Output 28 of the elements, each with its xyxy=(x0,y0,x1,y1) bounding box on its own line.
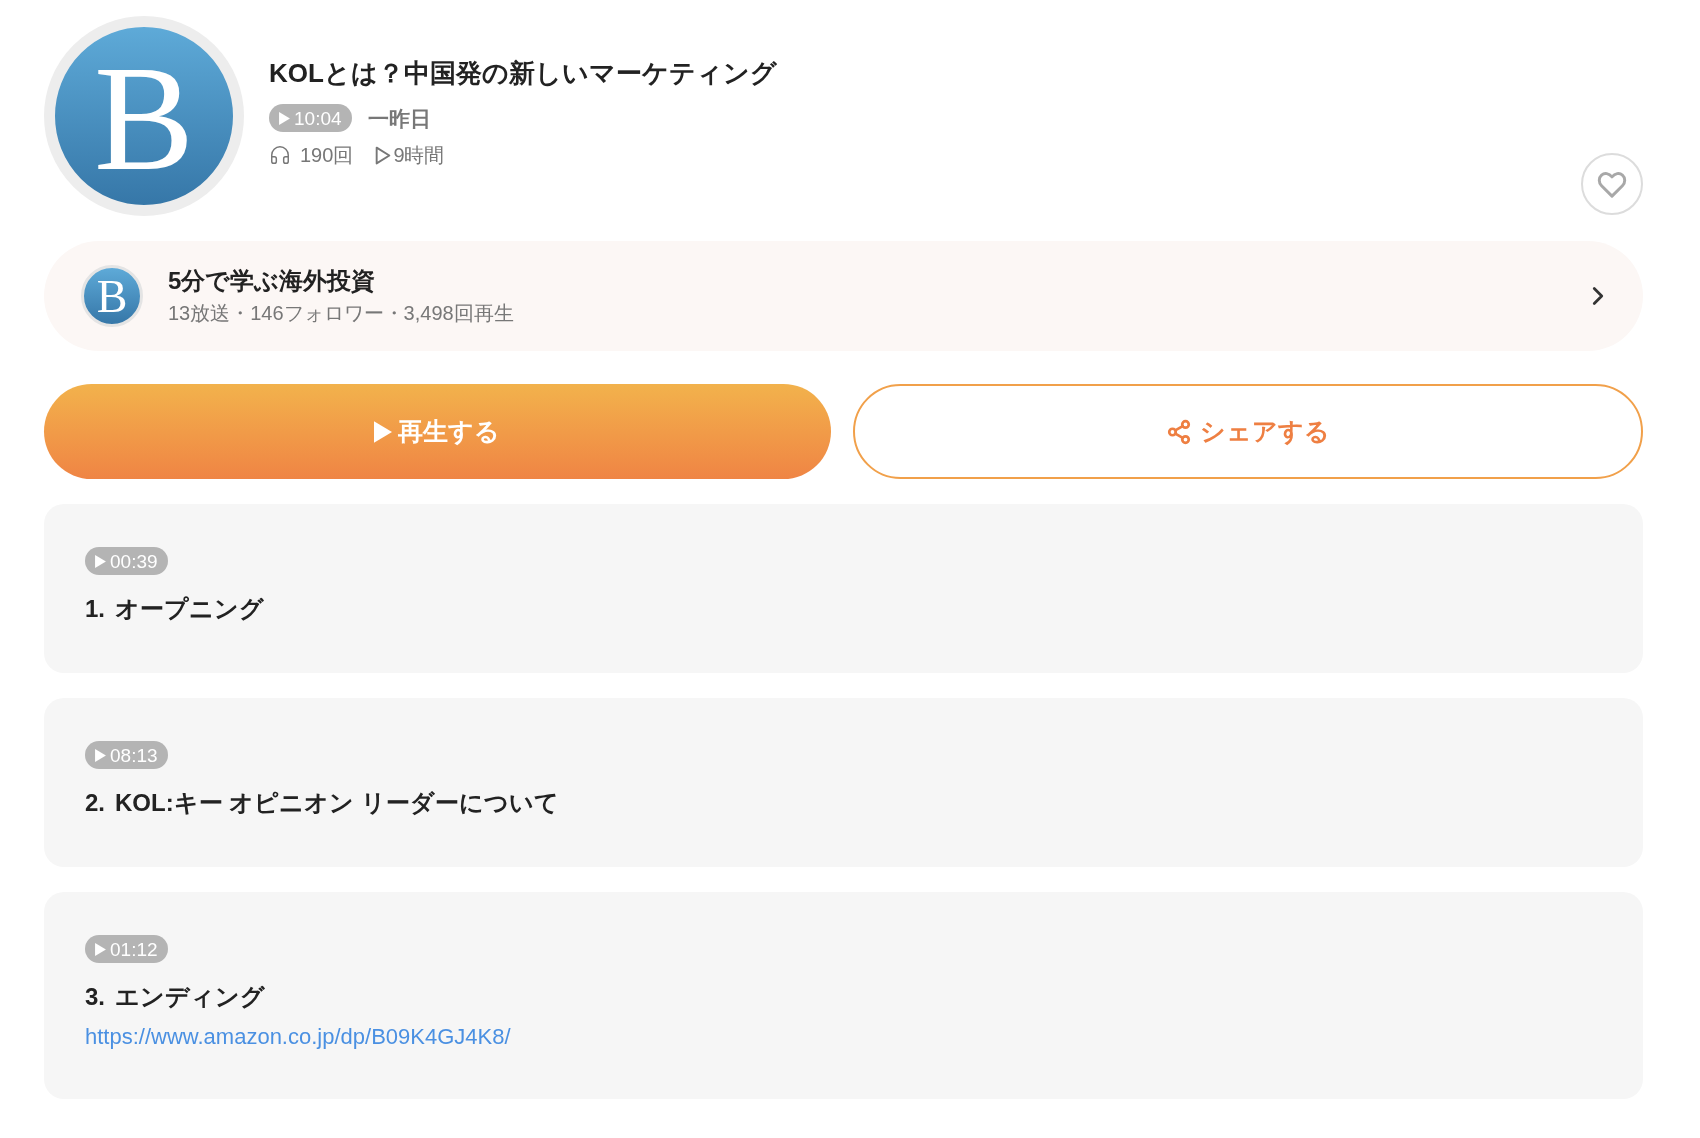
listen-time: 9時間 xyxy=(393,145,445,165)
headphones-icon xyxy=(269,144,291,166)
channel-stats: 13放送・146フォロワー・3,498回再生 xyxy=(168,301,514,326)
chapter-title: 2. KOL:キー オピニオン リーダーについて xyxy=(85,788,559,818)
duration-badge: 00:39 xyxy=(85,547,168,575)
share-icon xyxy=(1165,418,1192,445)
play-icon xyxy=(95,942,106,956)
duration-badge: 08:13 xyxy=(85,741,168,769)
share-button[interactable]: シェアする xyxy=(852,384,1643,479)
play-count: 190回 xyxy=(300,145,354,165)
heart-icon xyxy=(1597,170,1627,198)
channel-card[interactable]: B 5分で学ぶ海外投資 13放送・146フォロワー・3,498回再生 xyxy=(44,241,1643,351)
play-icon xyxy=(374,420,393,443)
play-icon xyxy=(95,554,106,568)
publish-date: 一昨日 xyxy=(367,107,431,129)
chapter-title: 3. エンディング xyxy=(85,982,265,1012)
cover-letter: B xyxy=(93,43,195,193)
duration-badge: 01:12 xyxy=(85,935,168,963)
episode-title: KOLとは？中国発の新しいマーケティング xyxy=(269,57,777,89)
duration-badge: 10:04 xyxy=(269,104,352,132)
play-outline-icon xyxy=(375,145,392,165)
play-icon xyxy=(279,111,290,125)
channel-name: 5分で学ぶ海外投資 xyxy=(168,266,377,296)
chapter-link[interactable]: https://www.amazon.co.jp/dp/B09K4GJ4K8/ xyxy=(85,1023,511,1051)
play-icon xyxy=(95,748,106,762)
avatar-letter: B xyxy=(96,274,128,320)
play-button[interactable]: 再生する xyxy=(44,384,831,479)
chapter-title: 1. オープニング xyxy=(85,594,264,624)
